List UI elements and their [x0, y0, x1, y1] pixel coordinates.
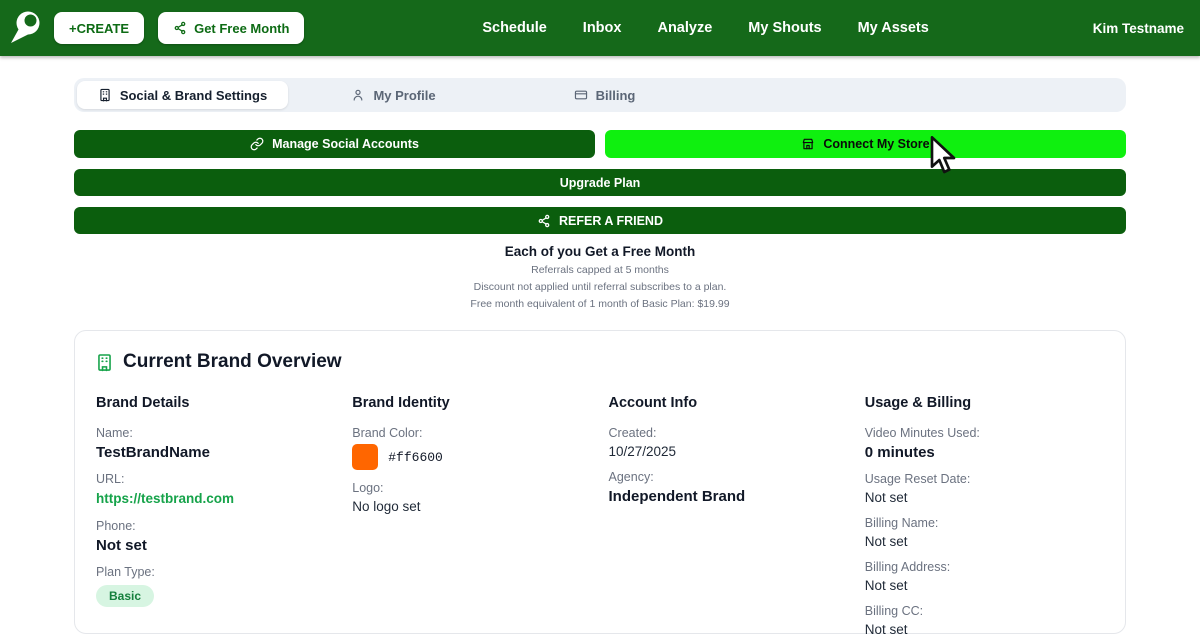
tab-billing[interactable]: Billing — [499, 81, 710, 109]
page: +CREATE Get Free Month Schedule Inbox An… — [0, 0, 1200, 638]
field: Usage Reset Date: Not set — [865, 472, 1105, 505]
tab-social-brand-settings[interactable]: Social & Brand Settings — [77, 81, 288, 109]
upgrade-plan-label: Upgrade Plan — [559, 175, 641, 190]
field-label: Billing CC: — [864, 604, 924, 618]
app-logo-icon[interactable] — [8, 9, 44, 47]
referral-note: Referrals capped at 5 months — [531, 264, 669, 276]
brand-url-link[interactable]: https://testbrand.com — [96, 491, 234, 506]
field: Brand Color: #ff6600 — [352, 426, 592, 470]
create-button-label: +CREATE — [69, 20, 130, 36]
settings-tabbar: Social & Brand Settings My Profile Billi… — [74, 78, 1126, 112]
overview-column: Account Info Created: 10/27/2025 Agency: Ind… — [609, 395, 849, 638]
field-label: Billing Address: — [864, 560, 951, 574]
nav-link-inbox[interactable]: Inbox — [583, 20, 622, 36]
overview-column: Brand Details Name: TestBrandName URL: https… — [96, 395, 336, 638]
tab-my-profile[interactable]: My Profile — [288, 81, 499, 109]
field: URL: https://testbrand.com — [96, 472, 336, 508]
connect-my-store-button[interactable]: Connect My Store — [605, 130, 1126, 158]
overview-grid: Brand Details Name: TestBrandName URL: https… — [95, 395, 1105, 638]
building-icon — [100, 88, 110, 102]
field-value: Not set — [864, 622, 908, 637]
overview-column-heading: Brand Details — [96, 395, 190, 411]
building-icon — [98, 353, 111, 371]
refer-a-friend-label: REFER A FRIEND — [559, 213, 663, 228]
overview-column-heading: Usage & Billing — [864, 395, 972, 411]
referral-note: Free month equivalent of 1 month of Basi… — [470, 298, 730, 310]
overview-column: Brand Identity Brand Color: #ff6600 Logo: No… — [352, 395, 592, 638]
field-label: Logo: — [352, 481, 384, 495]
nav-link-my-assets[interactable]: My Assets — [858, 20, 929, 36]
field: Name: TestBrandName — [96, 426, 336, 461]
referral-note: Discount not applied until referral subs… — [473, 281, 727, 293]
field-value: No logo set — [352, 499, 421, 514]
field: Created: 10/27/2025 — [609, 426, 849, 459]
field: Phone: Not set — [96, 519, 336, 554]
overview-column-heading: Account Info — [608, 395, 698, 411]
field: Billing CC: Not set — [865, 604, 1105, 637]
refer-a-friend-button[interactable]: REFER A FRIEND — [74, 207, 1126, 234]
nav-link-schedule[interactable]: Schedule — [482, 20, 546, 36]
field: Billing Name: Not set — [865, 516, 1105, 549]
field-label: Video Minutes Used: — [864, 426, 980, 440]
field-label: Agency: — [608, 470, 654, 484]
field-value: 0 minutes — [864, 444, 935, 461]
get-free-month-label: Get Free Month — [194, 20, 290, 36]
store-icon — [803, 138, 814, 150]
manage-social-accounts-label: Manage Social Accounts — [272, 137, 419, 151]
field-value: Not set — [96, 537, 147, 554]
field-label: Brand Color: — [352, 426, 423, 440]
field-label: Name: — [96, 426, 133, 440]
field-value: 10/27/2025 — [608, 444, 677, 459]
share-icon — [538, 214, 550, 227]
tab-label: Billing — [595, 87, 636, 103]
overview-column-heading: Brand Identity — [352, 395, 450, 411]
field: Video Minutes Used: 0 minutes — [865, 426, 1105, 461]
get-free-month-button[interactable]: Get Free Month — [158, 12, 305, 44]
field-label: Billing Name: — [864, 516, 939, 530]
share-icon — [174, 21, 186, 35]
field: Plan Type: Basic — [96, 565, 336, 607]
top-navbar: +CREATE Get Free Month Schedule Inbox An… — [0, 0, 1200, 56]
field-value: Not set — [864, 578, 908, 593]
field-value: Not set — [864, 490, 908, 505]
tab-label: My Profile — [373, 87, 436, 103]
nav-link-analyze[interactable]: Analyze — [657, 20, 712, 36]
field-value: Not set — [864, 534, 908, 549]
referral-info: Each of you Get a Free Month Referrals c… — [74, 244, 1126, 310]
field-label: Phone: — [96, 519, 136, 533]
field-value: TestBrandName — [96, 444, 210, 461]
field-value: Independent Brand — [608, 488, 746, 505]
tab-label: Social & Brand Settings — [119, 87, 268, 103]
user-icon — [354, 89, 363, 101]
plan-type-badge: Basic — [96, 585, 155, 607]
user-menu[interactable]: Kim Testname — [1093, 21, 1184, 36]
current-brand-overview-card: Current Brand Overview Brand Details Name… — [74, 330, 1126, 637]
connect-my-store-label: Connect My Store — [823, 137, 930, 151]
card-header: Current Brand Overview — [95, 351, 1105, 373]
field-label: Usage Reset Date: — [864, 472, 971, 486]
credit-card-icon — [574, 90, 587, 100]
overview-column: Usage & Billing Video Minutes Used: 0 minu… — [865, 395, 1105, 638]
nav-link-my-shouts[interactable]: My Shouts — [748, 20, 821, 36]
field: Agency: Independent Brand — [609, 470, 849, 505]
brand-color-swatch — [352, 444, 379, 470]
card-title: Current Brand Overview — [123, 351, 342, 372]
referral-heading: Each of you Get a Free Month — [504, 244, 696, 259]
field: Billing Address: Not set — [865, 560, 1105, 593]
field-label: Plan Type: — [96, 565, 155, 579]
field-label: URL: — [96, 472, 125, 486]
brand-color-code: #ff6600 — [388, 449, 443, 465]
link-icon — [250, 137, 264, 151]
field: Logo: No logo set — [352, 481, 592, 514]
brand-color: #ff6600 — [352, 444, 592, 470]
create-button[interactable]: +CREATE — [54, 12, 145, 44]
field-label: Created: — [608, 426, 657, 440]
nav-links: Schedule Inbox Analyze My Shouts My Asse… — [318, 20, 1092, 36]
upgrade-plan-button[interactable]: Upgrade Plan — [74, 169, 1126, 196]
manage-social-accounts-button[interactable]: Manage Social Accounts — [74, 130, 595, 158]
